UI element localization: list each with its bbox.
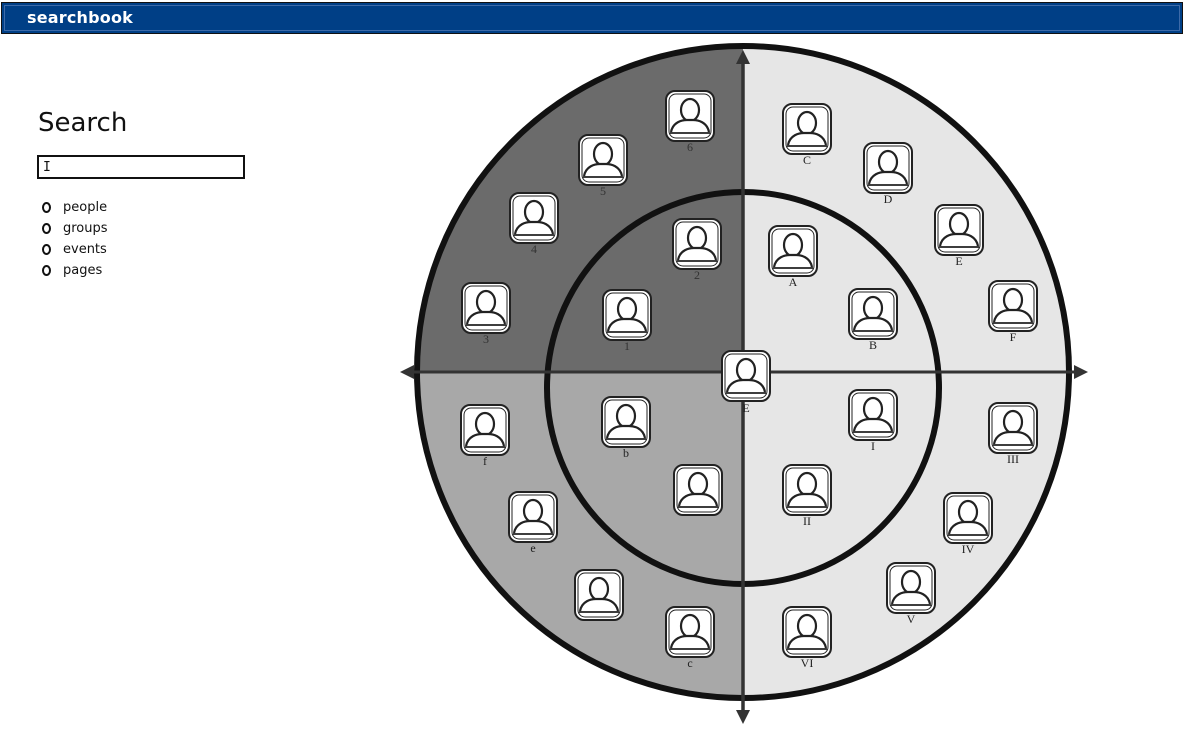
person-avatar[interactable] [942,491,994,545]
person-avatar-label: E [955,254,962,268]
axis-arrow-left [400,365,414,379]
person-avatar[interactable] [987,401,1039,455]
person-avatar-label: 4 [531,242,537,256]
person-avatar[interactable] [781,463,833,517]
person-avatar-label: D [884,192,893,206]
person-avatar[interactable] [573,568,625,622]
person-avatar-label: 1 [624,339,630,353]
person-avatar[interactable] [847,287,899,341]
person-avatar-label: f [483,454,487,468]
person-avatar[interactable] [671,217,723,271]
person-avatar[interactable] [459,403,511,457]
person-avatar[interactable] [601,288,653,342]
person-avatar[interactable] [767,224,819,278]
quadrant-top-left [417,46,743,372]
person-avatar[interactable] [577,133,629,187]
person-avatar[interactable] [933,203,985,257]
person-avatar[interactable] [781,605,833,659]
person-avatar-label: 2 [694,268,700,282]
person-avatar-label: V [907,612,916,626]
person-avatar-label: II [803,514,811,528]
axis-arrow-down [736,710,750,724]
axis-arrow-right [1074,365,1088,379]
center-avatar[interactable] [720,349,772,403]
person-avatar[interactable] [460,281,512,335]
person-avatar-label: A [789,275,798,289]
person-avatar[interactable] [885,561,937,615]
person-avatar-label: 6 [687,140,693,154]
person-avatar[interactable] [781,102,833,156]
person-avatar-label: 3 [483,332,489,346]
person-avatar[interactable] [507,490,559,544]
person-avatar-label: e [530,541,535,555]
relationship-radar-area: 6 5 4 3 2 1 C D E F A Bf b e c I III II IV V VI E [0,0,1186,728]
person-avatar[interactable] [987,279,1039,333]
person-avatar-label: c [687,656,692,670]
person-avatar[interactable] [847,388,899,442]
person-avatar-label: F [1010,330,1017,344]
relationship-radar: 654321CDEFABfbecIIIIIIIVVVI E [400,43,1088,724]
person-avatar-label: C [803,153,811,167]
person-avatar[interactable] [664,89,716,143]
person-avatar-label: IV [962,542,975,556]
person-avatar-label: 5 [600,184,606,198]
person-avatar-label: b [623,446,629,460]
center-avatar-label: E [742,401,749,415]
person-avatar-label: I [871,439,875,453]
person-avatar[interactable] [664,605,716,659]
person-avatar-label: VI [801,656,814,670]
person-avatar[interactable] [600,395,652,449]
person-avatar[interactable] [862,141,914,195]
person-avatar-label: B [869,338,877,352]
person-avatar[interactable] [672,463,724,517]
person-avatar-label: III [1007,452,1019,466]
person-avatar[interactable] [508,191,560,245]
